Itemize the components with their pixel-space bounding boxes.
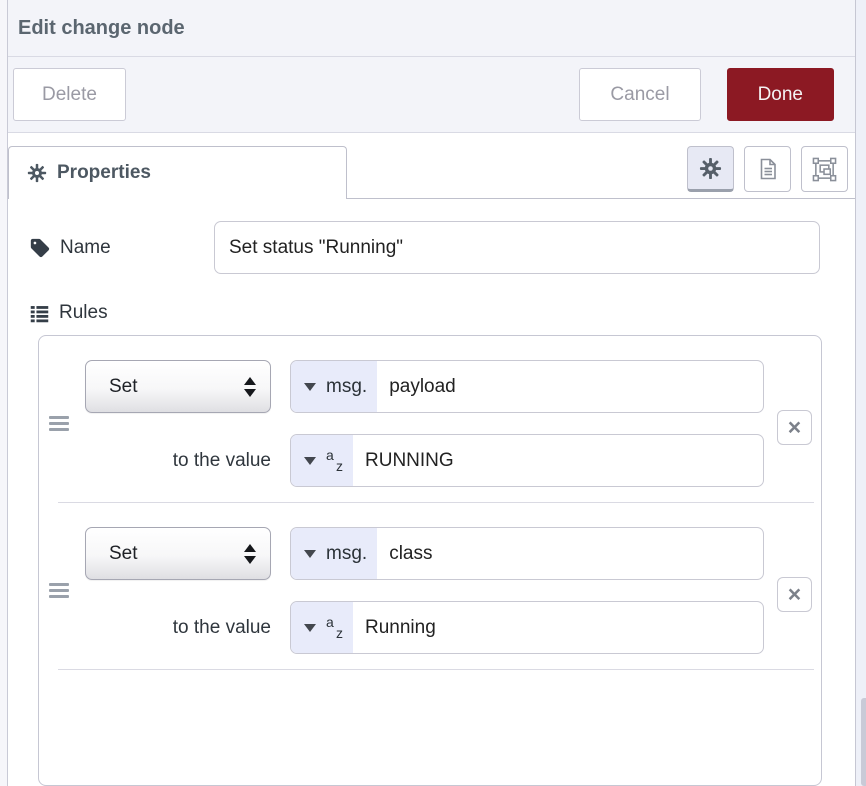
drag-handle-icon[interactable] bbox=[49, 583, 69, 601]
rule-property-typedinput: msg. bbox=[290, 360, 764, 413]
dialog-title: Edit change node bbox=[18, 17, 185, 40]
chevron-down-icon bbox=[304, 624, 316, 632]
tray-toolbar: Delete Cancel Done bbox=[8, 57, 855, 133]
tray-resize-handle[interactable] bbox=[0, 0, 8, 786]
to-value-label: to the value bbox=[85, 450, 271, 472]
value-type-button[interactable]: a z bbox=[291, 602, 353, 653]
tray-body: Properties bbox=[8, 133, 855, 786]
tray-header: Edit change node bbox=[8, 0, 855, 57]
close-icon: × bbox=[788, 583, 801, 606]
string-type-icon: a z bbox=[326, 613, 343, 643]
select-arrows-icon bbox=[244, 377, 256, 397]
rule-value-input[interactable] bbox=[353, 435, 763, 486]
list-icon bbox=[29, 303, 50, 324]
chevron-down-icon bbox=[304, 383, 316, 391]
rule-property-input[interactable] bbox=[377, 361, 763, 412]
gear-icon bbox=[699, 157, 722, 180]
document-icon bbox=[756, 157, 780, 181]
appearance-view-button[interactable] bbox=[801, 146, 848, 192]
rule-property-input[interactable] bbox=[377, 528, 763, 579]
value-type-button[interactable]: a z bbox=[291, 435, 353, 486]
rules-list: Set msg. to the value bbox=[38, 335, 822, 786]
appearance-icon bbox=[812, 157, 837, 182]
rule-value-typedinput: a z bbox=[290, 434, 764, 487]
drag-handle-icon[interactable] bbox=[49, 416, 69, 434]
tag-icon bbox=[29, 237, 51, 259]
gear-icon bbox=[27, 163, 47, 183]
editor-type-buttons bbox=[687, 146, 848, 192]
rule-property-typedinput: msg. bbox=[290, 527, 764, 580]
tab-properties[interactable]: Properties bbox=[8, 146, 347, 199]
rule-action-value: Set bbox=[109, 376, 138, 398]
close-icon: × bbox=[788, 416, 801, 439]
property-type-button[interactable]: msg. bbox=[291, 528, 377, 579]
string-type-icon: a z bbox=[326, 446, 343, 476]
name-label: Name bbox=[60, 237, 111, 259]
rule-action-value: Set bbox=[109, 543, 138, 565]
property-type-label: msg. bbox=[326, 376, 367, 398]
tab-properties-label: Properties bbox=[57, 162, 151, 184]
tab-row: Properties bbox=[8, 133, 855, 199]
edit-change-node-dialog: Edit change node Delete Cancel Done bbox=[8, 0, 856, 786]
property-type-button[interactable]: msg. bbox=[291, 361, 377, 412]
rule-value-typedinput: a z bbox=[290, 601, 764, 654]
remove-rule-button[interactable]: × bbox=[777, 410, 812, 445]
remove-rule-button[interactable]: × bbox=[777, 577, 812, 612]
rule-row: Set msg. to the value bbox=[39, 336, 821, 503]
select-arrows-icon bbox=[244, 544, 256, 564]
rule-value-input[interactable] bbox=[353, 602, 763, 653]
property-type-label: msg. bbox=[326, 543, 367, 565]
rules-label: Rules bbox=[59, 302, 108, 324]
done-button[interactable]: Done bbox=[727, 68, 834, 121]
scrollbar-thumb[interactable] bbox=[861, 698, 866, 786]
rule-action-select[interactable]: Set bbox=[85, 527, 271, 580]
name-row: Name bbox=[29, 221, 820, 274]
description-view-button[interactable] bbox=[744, 146, 791, 192]
delete-button[interactable]: Delete bbox=[13, 68, 126, 121]
chevron-down-icon bbox=[304, 550, 316, 558]
name-input[interactable] bbox=[214, 221, 820, 274]
rule-action-select[interactable]: Set bbox=[85, 360, 271, 413]
cancel-button[interactable]: Cancel bbox=[579, 68, 700, 121]
rule-row: Set msg. to the value bbox=[39, 503, 821, 670]
rules-section-label: Rules bbox=[29, 302, 855, 324]
right-gutter bbox=[856, 0, 866, 786]
properties-view-button[interactable] bbox=[687, 146, 734, 192]
chevron-down-icon bbox=[304, 457, 316, 465]
name-field-label: Name bbox=[29, 237, 214, 259]
to-value-label: to the value bbox=[85, 617, 271, 639]
